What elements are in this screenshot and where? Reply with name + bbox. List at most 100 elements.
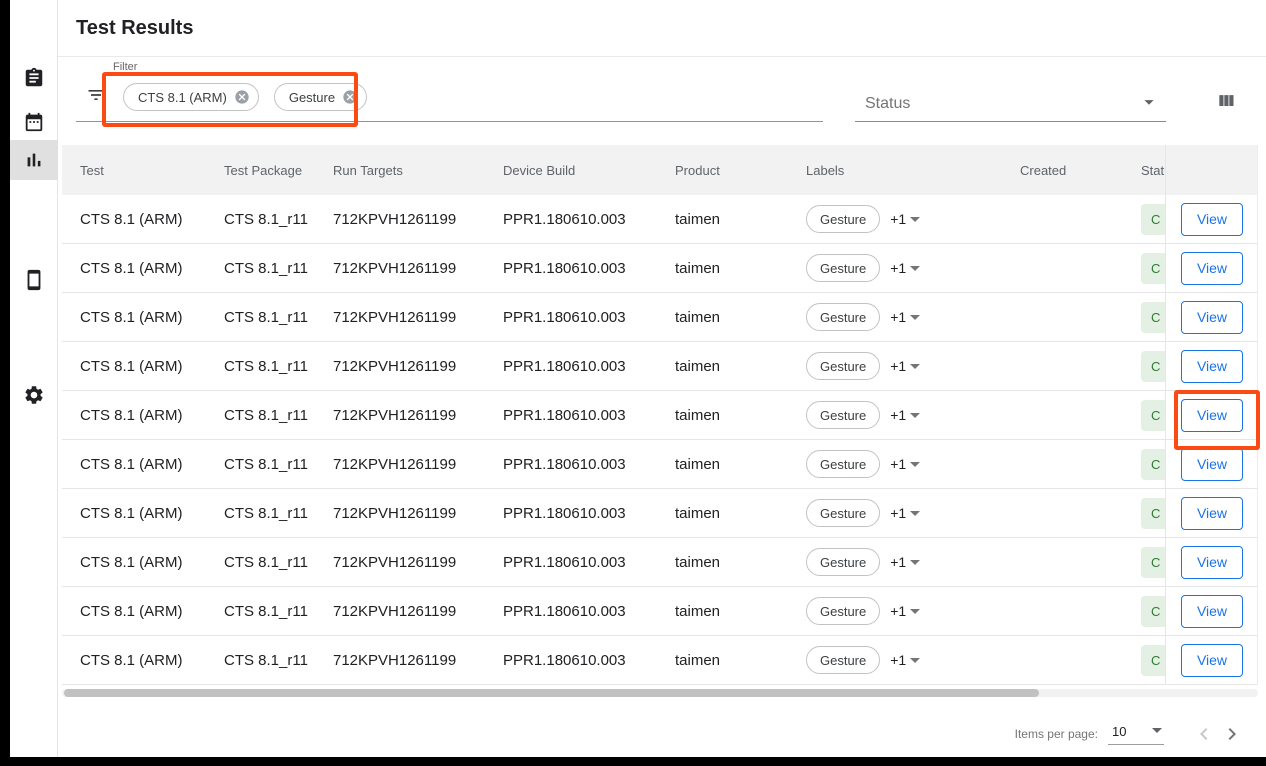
cell-device-build: PPR1.180610.003 xyxy=(485,636,657,684)
cell-test: CTS 8.1 (ARM) xyxy=(62,587,206,635)
view-button[interactable]: View xyxy=(1181,644,1243,677)
labels-more-toggle[interactable]: +1 xyxy=(890,554,920,570)
cell-labels: Gesture +1 xyxy=(788,440,1002,488)
view-button[interactable]: View xyxy=(1181,546,1243,579)
view-button[interactable]: View xyxy=(1181,497,1243,530)
remove-chip-icon[interactable] xyxy=(234,89,250,105)
view-button[interactable]: View xyxy=(1181,350,1243,383)
labels-more-toggle[interactable]: +1 xyxy=(890,211,920,227)
label-chip: Gesture xyxy=(806,401,880,429)
cell-labels: Gesture +1 xyxy=(788,538,1002,586)
scrollbar-thumb[interactable] xyxy=(64,689,1039,697)
status-placeholder: Status xyxy=(865,95,910,113)
cell-device-build: PPR1.180610.003 xyxy=(485,440,657,488)
previous-page-button[interactable] xyxy=(1190,720,1218,748)
cell-product: taimen xyxy=(657,293,788,341)
chevron-down-icon xyxy=(910,560,920,565)
labels-more-count: +1 xyxy=(890,407,906,423)
filter-chips: CTS 8.1 (ARM) Gesture xyxy=(123,83,367,111)
horizontal-scrollbar xyxy=(62,689,1258,697)
cell-run-targets: 712KPVH1261199 xyxy=(315,440,485,488)
view-button[interactable]: View xyxy=(1181,301,1243,334)
label-chip: Gesture xyxy=(806,499,880,527)
page-title: Test Results xyxy=(76,17,193,40)
cell-product: taimen xyxy=(657,538,788,586)
labels-more-toggle[interactable]: +1 xyxy=(890,260,920,276)
filter-icon[interactable] xyxy=(86,85,106,110)
view-button[interactable]: View xyxy=(1181,595,1243,628)
sidebar xyxy=(10,0,58,757)
cell-device-build: PPR1.180610.003 xyxy=(485,489,657,537)
sidebar-item-test-results[interactable] xyxy=(10,140,58,180)
column-header-run-targets: Run Targets xyxy=(315,145,485,195)
cell-device-build: PPR1.180610.003 xyxy=(485,391,657,439)
view-button[interactable]: View xyxy=(1181,448,1243,481)
cell-test: CTS 8.1 (ARM) xyxy=(62,440,206,488)
view-columns-button[interactable] xyxy=(1216,91,1236,116)
labels-more-toggle[interactable]: +1 xyxy=(890,358,920,374)
filter-chip-label: CTS 8.1 (ARM) xyxy=(138,90,227,105)
cell-actions: View xyxy=(1165,440,1258,488)
cell-test-package: CTS 8.1_r11 xyxy=(206,587,315,635)
cell-run-targets: 712KPVH1261199 xyxy=(315,391,485,439)
cell-actions: View xyxy=(1165,244,1258,292)
labels-more-count: +1 xyxy=(890,211,906,227)
labels-more-count: +1 xyxy=(890,554,906,570)
status-badge: C xyxy=(1141,645,1165,676)
clipboard-icon xyxy=(23,67,45,89)
cell-test-package: CTS 8.1_r11 xyxy=(206,293,315,341)
labels-more-toggle[interactable]: +1 xyxy=(890,652,920,668)
table-row: CTS 8.1 (ARM) CTS 8.1_r11 712KPVH1261199… xyxy=(62,440,1257,489)
bar-chart-icon xyxy=(23,149,45,171)
sidebar-item-plans[interactable] xyxy=(10,102,58,142)
status-badge: C xyxy=(1141,547,1165,578)
cell-product: taimen xyxy=(657,587,788,635)
labels-more-toggle[interactable]: +1 xyxy=(890,603,920,619)
cell-test-package: CTS 8.1_r11 xyxy=(206,636,315,684)
filter-chip[interactable]: Gesture xyxy=(274,83,367,111)
view-button[interactable]: View xyxy=(1181,252,1243,285)
cell-labels: Gesture +1 xyxy=(788,195,1002,243)
cell-run-targets: 712KPVH1261199 xyxy=(315,293,485,341)
table-row: CTS 8.1 (ARM) CTS 8.1_r11 712KPVH1261199… xyxy=(62,538,1257,587)
cell-test: CTS 8.1 (ARM) xyxy=(62,244,206,292)
cell-created xyxy=(1002,440,1123,488)
label-chip: Gesture xyxy=(806,597,880,625)
cell-actions: View xyxy=(1165,293,1258,341)
items-per-page-select[interactable]: 10 xyxy=(1108,724,1164,745)
labels-more-toggle[interactable]: +1 xyxy=(890,407,920,423)
cell-actions: View xyxy=(1165,195,1258,243)
cell-status: C xyxy=(1123,244,1165,292)
cell-actions: View xyxy=(1165,342,1258,390)
column-header-device-build: Device Build xyxy=(485,145,657,195)
sidebar-item-tests[interactable] xyxy=(10,58,58,98)
sidebar-item-devices[interactable] xyxy=(10,260,58,300)
cell-product: taimen xyxy=(657,636,788,684)
column-header-status: Status xyxy=(1123,145,1165,195)
view-button[interactable]: View xyxy=(1181,399,1243,432)
labels-more-toggle[interactable]: +1 xyxy=(890,309,920,325)
column-header-test-package: Test Package xyxy=(206,145,315,195)
cell-status: C xyxy=(1123,587,1165,635)
cell-actions: View xyxy=(1165,636,1258,684)
labels-more-toggle[interactable]: +1 xyxy=(890,505,920,521)
next-page-button[interactable] xyxy=(1218,720,1246,748)
status-filter-dropdown[interactable]: Status xyxy=(855,57,1166,122)
remove-chip-icon[interactable] xyxy=(342,89,358,105)
cell-test: CTS 8.1 (ARM) xyxy=(62,293,206,341)
cell-status: C xyxy=(1123,636,1165,684)
gear-icon xyxy=(23,384,45,406)
sidebar-item-settings[interactable] xyxy=(10,375,58,415)
labels-more-toggle[interactable]: +1 xyxy=(890,456,920,472)
table-body: CTS 8.1 (ARM) CTS 8.1_r11 712KPVH1261199… xyxy=(62,195,1257,685)
cell-labels: Gesture +1 xyxy=(788,342,1002,390)
chevron-left-icon xyxy=(1192,722,1216,746)
table-row: CTS 8.1 (ARM) CTS 8.1_r11 712KPVH1261199… xyxy=(62,195,1257,244)
view-button[interactable]: View xyxy=(1181,203,1243,236)
table-row: CTS 8.1 (ARM) CTS 8.1_r11 712KPVH1261199… xyxy=(62,342,1257,391)
filter-chip[interactable]: CTS 8.1 (ARM) xyxy=(123,83,259,111)
label-chip: Gesture xyxy=(806,205,880,233)
items-per-page-label: Items per page: xyxy=(1015,727,1098,741)
cell-status: C xyxy=(1123,489,1165,537)
cell-product: taimen xyxy=(657,244,788,292)
